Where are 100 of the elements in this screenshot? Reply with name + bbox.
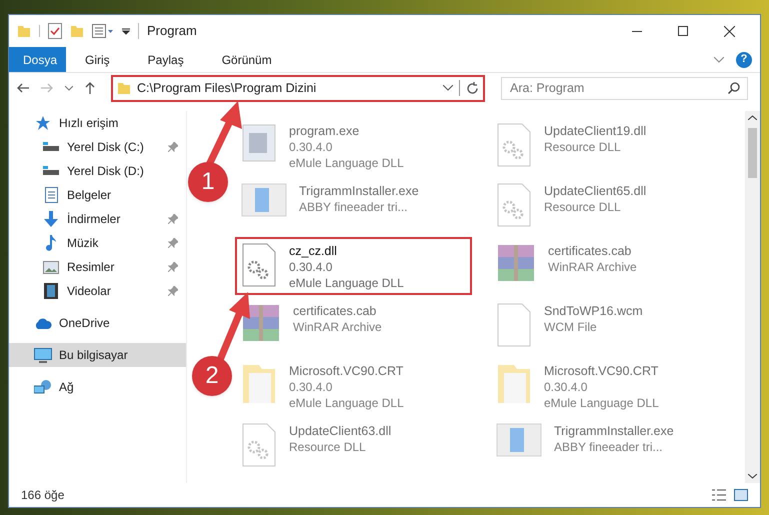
sidebar-item[interactable]: Müzik bbox=[9, 231, 186, 255]
scrollbar[interactable] bbox=[745, 111, 760, 483]
search-field[interactable]: Ara: Program bbox=[501, 76, 748, 100]
file-detail: Resource DLL bbox=[289, 439, 367, 455]
network-icon bbox=[34, 379, 52, 395]
picture-icon bbox=[43, 260, 59, 274]
help-icon[interactable]: ? bbox=[736, 52, 752, 68]
ribbon-tab[interactable]: Paylaş bbox=[128, 47, 203, 72]
file-tile[interactable]: Microsoft.VC90.CRT 0.30.4.0 eMule Language DLL bbox=[235, 357, 472, 415]
file-detail: Resource DLL bbox=[544, 139, 622, 155]
pin-icon[interactable] bbox=[168, 214, 178, 224]
file-name: Microsoft.VC90.CRT bbox=[544, 363, 659, 379]
file-detail: eMule Language DLL bbox=[289, 395, 404, 411]
file-tile[interactable]: UpdateClient19.dll Resource DLL bbox=[490, 117, 727, 175]
folder-icon bbox=[496, 363, 532, 405]
file-detail: ABBY fineeader tri... bbox=[554, 439, 664, 455]
down-arrow-icon bbox=[43, 211, 59, 227]
up-arrow-icon[interactable] bbox=[85, 82, 95, 94]
file-tile[interactable]: Microsoft.VC90.CRT 0.30.4.0 eMule Language DLL bbox=[490, 357, 727, 415]
file-name: cz_cz.dll bbox=[289, 243, 338, 259]
program-window-icon bbox=[241, 123, 277, 163]
folder-icon bbox=[241, 363, 277, 405]
drive-icon bbox=[43, 166, 59, 176]
pin-icon[interactable] bbox=[168, 142, 178, 152]
sidebar-item[interactable]: Resimler bbox=[9, 255, 186, 279]
address-path: C:\Program Files\Program Dizini bbox=[137, 80, 318, 97]
sidebar-item[interactable]: Videolar bbox=[9, 279, 186, 303]
chevron-up-icon[interactable] bbox=[748, 115, 757, 120]
sidebar-item[interactable]: Yerel Disk (C:) bbox=[9, 135, 186, 159]
sidebar-item[interactable]: İndirmeler bbox=[9, 207, 186, 231]
ribbon-tab[interactable]: Giriş bbox=[66, 47, 129, 72]
film-icon bbox=[44, 283, 58, 299]
file-tile[interactable]: TrigrammInstaller.exe ABBY fineeader tri... bbox=[490, 417, 727, 475]
refresh-icon[interactable] bbox=[466, 82, 479, 94]
sidebar-item[interactable]: Belgeler bbox=[9, 183, 186, 207]
address-field[interactable]: C:\Program Files\Program Dizini bbox=[111, 74, 485, 102]
sidebar-label: OneDrive bbox=[59, 315, 111, 332]
file-name: certificates.cab bbox=[293, 303, 378, 319]
sidebar-item[interactable]: OneDrive bbox=[9, 311, 186, 335]
file-detail: ABBY fineeader tri... bbox=[299, 199, 409, 215]
window-icon bbox=[496, 423, 542, 457]
scrollbar-thumb[interactable] bbox=[748, 128, 757, 178]
chevron-down-icon[interactable] bbox=[443, 85, 453, 91]
details-view-icon[interactable] bbox=[712, 489, 726, 501]
file-detail: 0.30.4.0 bbox=[544, 379, 588, 395]
search-icon[interactable] bbox=[728, 82, 740, 94]
music-note-icon bbox=[45, 235, 57, 251]
file-name: SndToWP16.wcm bbox=[544, 303, 643, 319]
file-detail: WinRAR Archive bbox=[548, 259, 637, 275]
file-name: UpdateClient63.dll bbox=[289, 423, 392, 439]
file-name: UpdateClient19.dll bbox=[544, 123, 646, 139]
file-name: TrigrammInstaller.exe bbox=[299, 183, 419, 199]
pin-icon[interactable] bbox=[168, 286, 178, 296]
sidebar-label: Resimler bbox=[67, 259, 116, 276]
star-icon bbox=[35, 115, 51, 131]
document-icon bbox=[44, 187, 58, 203]
sidebar-item[interactable]: Hızlı erişim bbox=[9, 111, 186, 135]
archive-books-icon bbox=[241, 303, 281, 343]
sidebar-label: İndirmeler bbox=[67, 211, 122, 228]
properties-icon[interactable] bbox=[92, 24, 114, 38]
file-tile[interactable]: cz_cz.dll 0.30.4.0 eMule Language DLL bbox=[235, 237, 472, 295]
file-tile[interactable]: SndToWP16.wcm WCM File bbox=[490, 297, 727, 355]
sidebar-item[interactable]: Yerel Disk (D:) bbox=[9, 159, 186, 183]
sidebar-label: Müzik bbox=[67, 235, 100, 252]
window-icon bbox=[241, 183, 287, 217]
file-name: UpdateClient65.dll bbox=[544, 183, 646, 199]
file-tile[interactable]: TrigrammInstaller.exe ABBY fineeader tri... bbox=[235, 177, 472, 235]
pin-icon[interactable] bbox=[168, 262, 178, 272]
chevron-down-icon[interactable] bbox=[748, 474, 757, 479]
file-detail: 0.30.4.0 bbox=[289, 379, 334, 395]
file-tile[interactable]: UpdateClient63.dll Resource DLL bbox=[235, 417, 472, 475]
gear-file-icon bbox=[496, 123, 532, 167]
file-tile[interactable]: certificates.cab WinRAR Archive bbox=[235, 297, 472, 355]
sidebar-label: Hızlı erişim bbox=[59, 115, 120, 132]
dropdown-caret-icon[interactable] bbox=[122, 27, 130, 35]
sidebar-label: Videolar bbox=[67, 283, 112, 300]
drive-icon bbox=[43, 142, 59, 152]
gear-file-icon bbox=[241, 243, 277, 287]
item-count: 166 öğe bbox=[21, 487, 64, 504]
cloud-icon bbox=[34, 318, 52, 328]
checklist-icon[interactable] bbox=[48, 23, 62, 39]
large-icons-view-icon[interactable] bbox=[734, 489, 748, 501]
ribbon-tab[interactable]: Dosya bbox=[9, 47, 66, 72]
file-tile[interactable]: certificates.cab WinRAR Archive bbox=[490, 237, 727, 295]
file-tile[interactable]: program.exe 0.30.4.0 eMule Language DLL bbox=[235, 117, 472, 175]
sidebar-label: Ağ bbox=[59, 379, 75, 396]
gear-file-icon bbox=[496, 183, 532, 227]
blank-file-icon bbox=[496, 303, 532, 347]
file-tile[interactable]: UpdateClient65.dll Resource DLL bbox=[490, 177, 727, 235]
ribbon-tab[interactable]: Görünüm bbox=[202, 47, 291, 72]
pin-icon[interactable] bbox=[168, 238, 178, 248]
back-arrow-icon[interactable] bbox=[17, 83, 29, 93]
close-icon[interactable] bbox=[724, 26, 734, 36]
file-name: Microsoft.VC90.CRT bbox=[289, 363, 404, 379]
file-detail: eMule Language DLL bbox=[544, 395, 659, 411]
sidebar-item[interactable]: Ağ bbox=[9, 375, 186, 399]
sidebar-label: Belgeler bbox=[67, 187, 112, 204]
sidebar-item[interactable]: Bu bilgisayar bbox=[9, 343, 186, 367]
gear-file-icon bbox=[241, 423, 277, 467]
file-name: certificates.cab bbox=[548, 243, 632, 259]
